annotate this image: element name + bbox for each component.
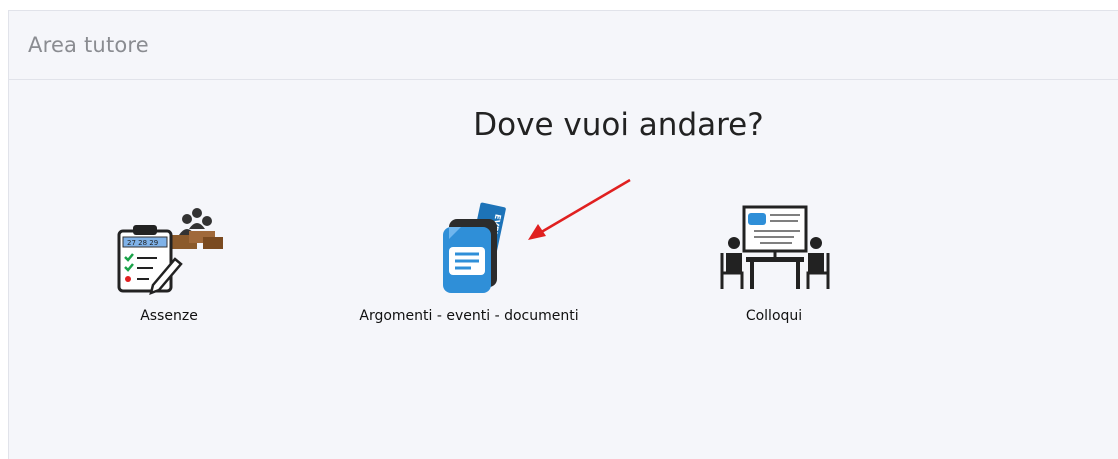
tile-colloqui[interactable]: Colloqui: [714, 201, 834, 324]
tile-assenze[interactable]: 27 28 29 Assenze: [109, 201, 229, 324]
red-arrow-icon: [528, 178, 631, 240]
attendance-clipboard-icon: 27 28 29: [109, 201, 229, 296]
page-title: Area tutore: [28, 33, 149, 57]
navigation-question: Dove vuoi andare?: [473, 107, 764, 143]
event-document-icon: EVENT: [409, 201, 529, 296]
tile-label-assenze: Assenze: [140, 308, 198, 324]
tile-label-colloqui: Colloqui: [745, 308, 803, 324]
meeting-whiteboard-icon: [714, 201, 834, 296]
tutor-area-panel: Area tutore Dove vuoi andare? 27 28 29 A…: [8, 10, 1118, 459]
tile-label-argomenti: Argomenti - eventi - documenti: [359, 308, 579, 324]
panel-header: Area tutore: [9, 11, 1118, 80]
svg-text:27 28 29: 27 28 29: [127, 239, 158, 247]
